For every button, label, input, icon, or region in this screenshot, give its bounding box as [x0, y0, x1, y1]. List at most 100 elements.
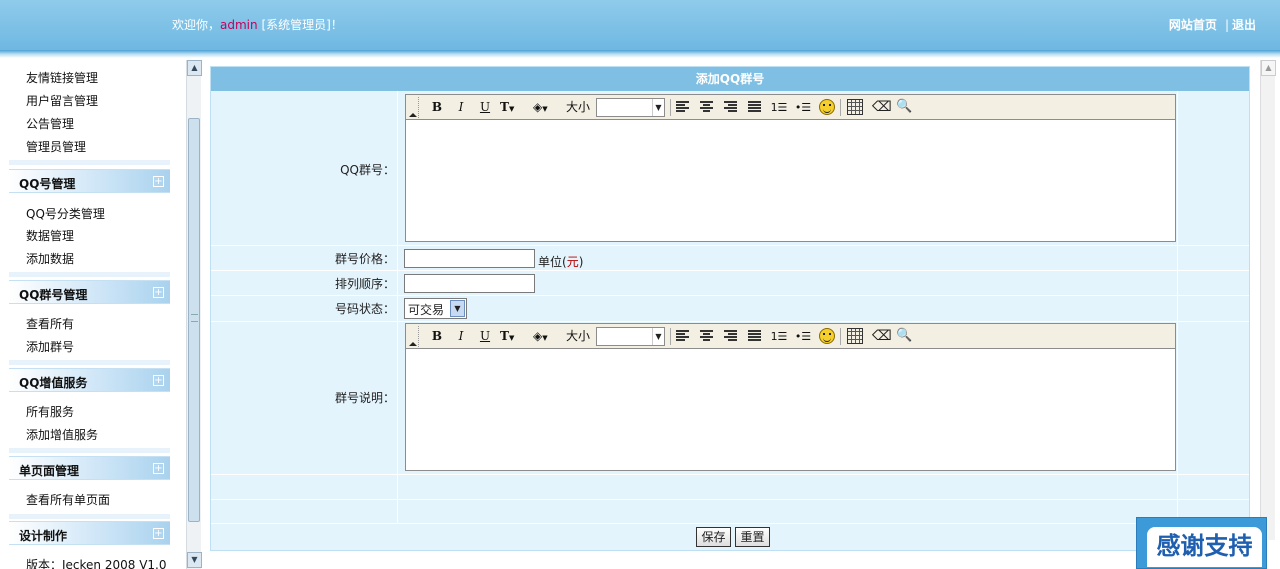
sidebar-item-admins[interactable]: 管理员管理: [26, 138, 86, 155]
logout-link[interactable]: 退出: [1232, 18, 1256, 32]
price-input[interactable]: [404, 249, 535, 268]
expand-icon[interactable]: +: [153, 176, 164, 187]
ordered-list-icon[interactable]: 1☰: [770, 99, 788, 116]
thanks-badge[interactable]: 感谢支持: [1136, 517, 1267, 569]
emoticon-icon[interactable]: [819, 99, 835, 115]
group-number-editor: B I U T▼ ◈▼ 大小 ▼ 1☰ •☰ ⌫ 🔍: [405, 94, 1176, 242]
sidebar-divider: [9, 272, 170, 277]
home-link[interactable]: 网站首页: [1169, 18, 1217, 32]
header-divider: [0, 50, 1280, 58]
welcome-prefix: 欢迎你，: [172, 18, 221, 32]
bold-icon[interactable]: B: [429, 99, 445, 116]
unordered-list-icon[interactable]: •☰: [794, 99, 812, 116]
table-icon[interactable]: [847, 328, 863, 344]
sidebar-header-title: QQ号管理: [19, 177, 76, 191]
bg-color-icon[interactable]: ◈▼: [533, 99, 559, 116]
toolbar-handle-icon[interactable]: [406, 326, 419, 347]
bold-icon[interactable]: B: [429, 328, 445, 345]
sidebar-divider: [9, 448, 170, 453]
sidebar-header-vas[interactable]: QQ增值服务 +: [9, 368, 170, 392]
row-divider: [211, 270, 1249, 271]
justify-icon[interactable]: [748, 330, 761, 342]
reset-button[interactable]: 重置: [735, 527, 770, 547]
unit-currency: 元: [566, 255, 579, 269]
scroll-up-icon[interactable]: ▲: [187, 60, 202, 76]
scroll-up-icon[interactable]: ▲: [1261, 60, 1276, 76]
status-select[interactable]: 可交易 ▼: [404, 298, 467, 319]
preview-icon[interactable]: 🔍: [896, 99, 912, 115]
align-center-icon[interactable]: [700, 101, 713, 113]
underline-icon[interactable]: U: [477, 99, 493, 116]
bg-color-glyph: ◈: [533, 100, 543, 114]
expand-icon[interactable]: +: [153, 287, 164, 298]
sidebar-header-design[interactable]: 设计制作 +: [9, 521, 170, 545]
sidebar-group-design: 设计制作 + 版本：Jecken 2008 V1.0: [9, 521, 170, 569]
form-title: 添加QQ群号: [211, 67, 1249, 91]
dropdown-icon: ▼: [508, 104, 515, 113]
italic-icon[interactable]: I: [453, 99, 469, 116]
sidebar-item-qq-categories[interactable]: QQ号分类管理: [26, 205, 105, 222]
sidebar-header-qq-groups[interactable]: QQ群号管理 +: [9, 280, 170, 304]
align-right-icon[interactable]: [724, 330, 737, 342]
chevron-down-icon[interactable]: ▼: [450, 300, 465, 317]
preview-icon[interactable]: 🔍: [896, 328, 912, 344]
order-input[interactable]: [404, 274, 535, 293]
eraser-icon[interactable]: ⌫: [872, 328, 892, 344]
unit-suffix: ): [578, 255, 584, 269]
sidebar-item-announcements[interactable]: 公告管理: [26, 115, 74, 132]
font-size-select[interactable]: ▼: [596, 98, 665, 117]
table-icon[interactable]: [847, 99, 863, 115]
unordered-list-icon[interactable]: •☰: [794, 328, 812, 345]
sidebar-header-title: 单页面管理: [19, 464, 80, 478]
chevron-down-icon[interactable]: ▼: [652, 328, 664, 345]
expand-icon[interactable]: +: [153, 375, 164, 386]
justify-icon[interactable]: [748, 101, 761, 113]
version-text: 版本：Jecken 2008 V1.0: [26, 558, 167, 569]
expand-icon[interactable]: +: [153, 463, 164, 474]
italic-icon[interactable]: I: [453, 328, 469, 345]
align-right-icon[interactable]: [724, 101, 737, 113]
column-divider: [1177, 91, 1178, 523]
font-size-label: 大小: [565, 329, 590, 343]
eraser-icon[interactable]: ⌫: [872, 99, 892, 115]
description-textarea[interactable]: [406, 350, 1175, 470]
align-center-icon[interactable]: [700, 330, 713, 342]
underline-icon[interactable]: U: [477, 328, 493, 345]
username: admin: [220, 18, 258, 32]
sidebar-item-all-services[interactable]: 所有服务: [26, 403, 74, 420]
emoticon-icon[interactable]: [819, 328, 835, 344]
chevron-down-icon[interactable]: ▼: [652, 99, 664, 116]
expand-icon[interactable]: +: [153, 528, 164, 539]
font-color-icon[interactable]: T▼: [500, 99, 524, 116]
sidebar-item-add-service[interactable]: 添加增值服务: [26, 426, 98, 443]
sidebar-header-pages[interactable]: 单页面管理 +: [9, 456, 170, 480]
sidebar-scrollbar[interactable]: ▲ ▼: [186, 60, 202, 569]
align-left-icon[interactable]: [676, 101, 689, 113]
sidebar-header-title: QQ群号管理: [19, 288, 88, 302]
sidebar-item-messages[interactable]: 用户留言管理: [26, 92, 98, 109]
sidebar-item-add-group[interactable]: 添加群号: [26, 338, 74, 355]
sidebar-divider: [9, 160, 170, 165]
sidebar-header-qq[interactable]: QQ号管理 +: [9, 169, 170, 193]
sidebar-item-add-data[interactable]: 添加数据: [26, 250, 74, 267]
font-color-icon[interactable]: T▼: [500, 328, 524, 345]
page-scrollbar[interactable]: ▲: [1260, 60, 1276, 540]
order-label: 排列顺序：: [334, 277, 395, 291]
scroll-down-icon[interactable]: ▼: [187, 552, 202, 568]
sidebar-divider: [9, 360, 170, 365]
row-divider: [211, 523, 1249, 524]
group-number-textarea[interactable]: [406, 121, 1175, 241]
sidebar-item-data-manage[interactable]: 数据管理: [26, 227, 74, 244]
row-divider: [211, 245, 1249, 246]
sidebar-item-friend-links[interactable]: 友情链接管理: [26, 69, 98, 86]
sidebar-item-view-all[interactable]: 查看所有: [26, 315, 74, 332]
description-label: 群号说明：: [334, 391, 395, 405]
sidebar-item-all-pages[interactable]: 查看所有单页面: [26, 491, 110, 508]
font-size-select[interactable]: ▼: [596, 327, 665, 346]
save-button[interactable]: 保存: [696, 527, 731, 547]
bg-color-icon[interactable]: ◈▼: [533, 328, 559, 345]
align-left-icon[interactable]: [676, 330, 689, 342]
ordered-list-icon[interactable]: 1☰: [770, 328, 788, 345]
toolbar-handle-icon[interactable]: [406, 97, 419, 118]
scroll-thumb[interactable]: [188, 118, 200, 522]
